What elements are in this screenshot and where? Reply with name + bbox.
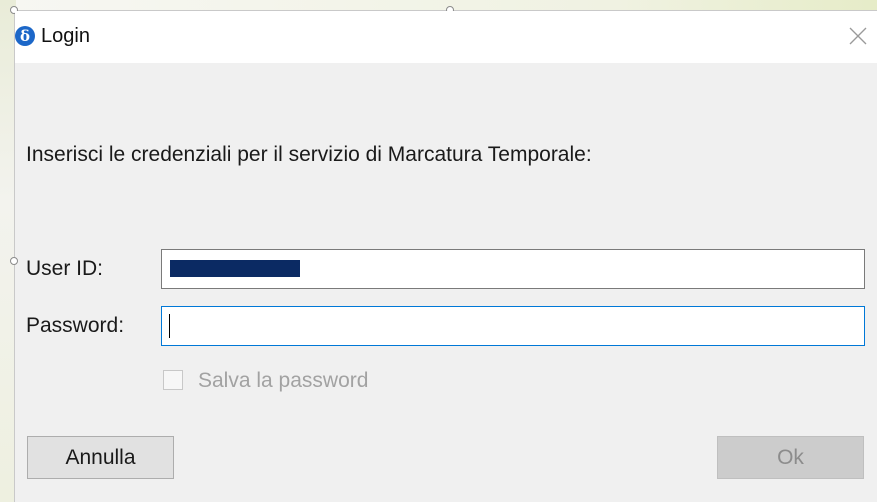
close-icon xyxy=(849,27,867,45)
cancel-button[interactable]: Annulla xyxy=(27,436,174,479)
password-label: Password: xyxy=(26,314,125,337)
app-logo-icon: δ xyxy=(15,26,35,46)
userid-label: User ID: xyxy=(26,257,104,280)
window-title: Login xyxy=(41,25,90,47)
instruction-text: Inserisci le credenziali per il servizio… xyxy=(26,143,592,166)
title-bar: δ Login xyxy=(15,11,877,63)
userid-input[interactable] xyxy=(161,249,865,289)
close-button[interactable] xyxy=(843,21,873,51)
save-password-label: Salva la password xyxy=(198,369,369,392)
userid-redacted-value xyxy=(170,260,300,277)
ok-button[interactable]: Ok xyxy=(717,436,864,479)
save-password-checkbox[interactable] xyxy=(163,370,183,390)
password-input[interactable] xyxy=(161,306,865,346)
resize-handle-left[interactable] xyxy=(10,257,18,265)
text-caret xyxy=(169,314,170,338)
login-dialog: δ Login Inserisci le credenziali per il … xyxy=(10,6,877,502)
